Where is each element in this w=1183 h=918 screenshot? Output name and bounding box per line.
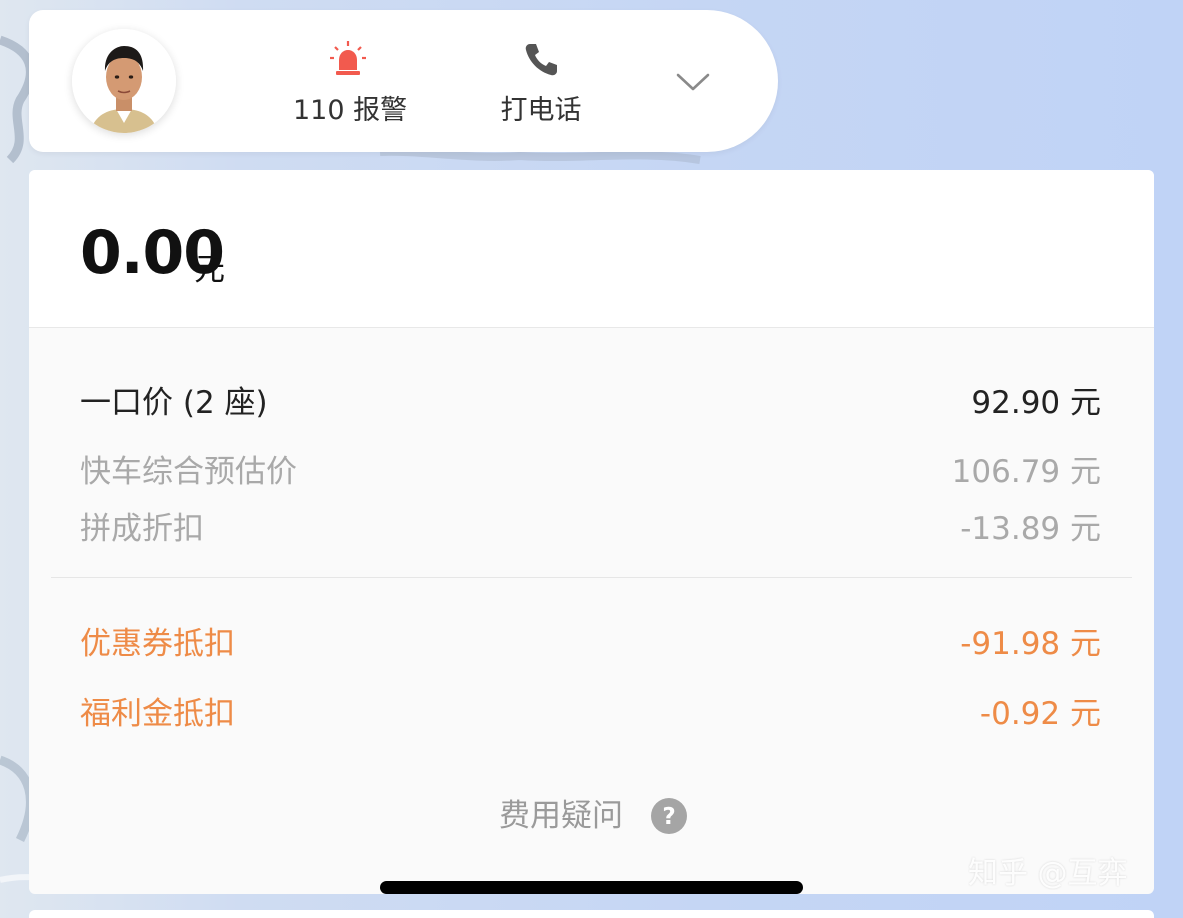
question-circle-icon[interactable]: ? <box>650 797 688 835</box>
driver-avatar[interactable] <box>72 29 176 133</box>
chevron-down-icon[interactable] <box>674 68 712 96</box>
call-driver-label: 打电话 <box>500 95 582 126</box>
fare-row-carpool-discount: 拼成折扣 -13.89 元 <box>80 507 1101 551</box>
alarm-110-label: 110 报警 <box>293 95 408 126</box>
fare-row-label: 快车综合预估价 <box>80 454 297 490</box>
fare-row-label: 优惠券抵扣 <box>80 626 235 662</box>
fare-row-label: 福利金抵扣 <box>80 696 235 732</box>
fare-row-value: -13.89 元 <box>960 511 1101 547</box>
next-card-edge <box>29 910 1154 918</box>
fare-divider <box>51 577 1132 578</box>
fare-question-link[interactable]: 费用疑问 <box>499 794 623 838</box>
fare-row-value: 106.79 元 <box>951 454 1101 490</box>
fare-row-welfare: 福利金抵扣 -0.92 元 <box>80 692 1101 736</box>
driver-photo-image <box>72 29 176 133</box>
home-indicator[interactable] <box>380 881 803 894</box>
alarm-110-button[interactable]: 110 报警 <box>293 40 408 127</box>
svg-text:?: ? <box>662 804 675 830</box>
fare-total-unit: 元 <box>194 252 225 288</box>
fare-detail-card: 0.00 元 一口价 (2 座) 92.90 元 快车综合预估价 106.79 … <box>29 170 1154 894</box>
call-driver-button[interactable]: 打电话 <box>487 40 595 127</box>
fare-row-label: 一口价 (2 座) <box>80 385 268 421</box>
fare-row-fixed-price: 一口价 (2 座) 92.90 元 <box>80 381 1101 425</box>
phone-icon <box>525 44 557 76</box>
fare-row-coupon: 优惠券抵扣 -91.98 元 <box>80 622 1101 666</box>
fare-row-value: -0.92 元 <box>979 696 1101 732</box>
siren-icon <box>330 41 366 75</box>
driver-action-bar: 110 报警 打电话 <box>29 10 778 152</box>
fare-row-value: 92.90 元 <box>971 385 1101 421</box>
fare-row-label: 拼成折扣 <box>80 511 204 547</box>
watermark: 知乎 @互弈 <box>968 856 1128 891</box>
fare-row-estimate: 快车综合预估价 106.79 元 <box>80 450 1101 494</box>
fare-row-value: -91.98 元 <box>960 626 1101 662</box>
fare-total-header: 0.00 元 <box>29 170 1154 328</box>
